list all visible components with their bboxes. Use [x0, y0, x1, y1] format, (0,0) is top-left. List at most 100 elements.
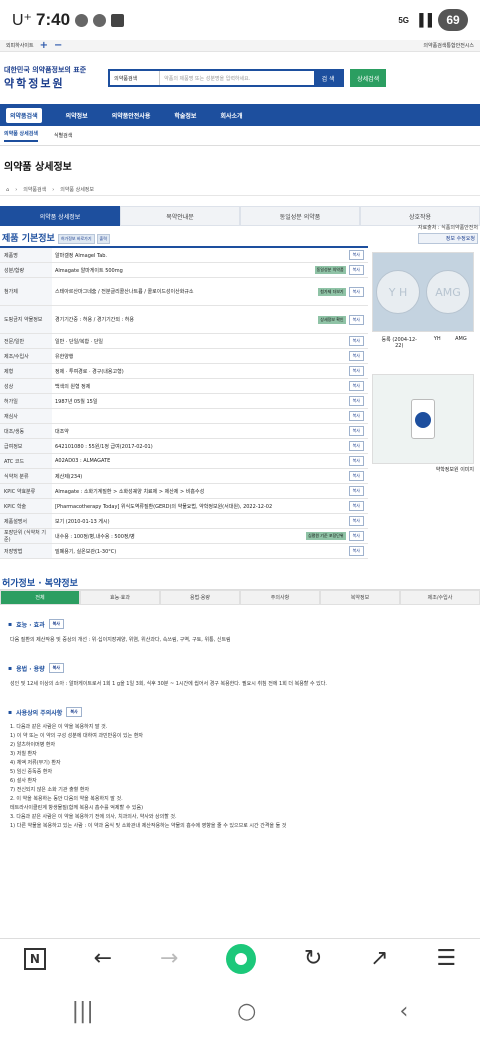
- row-key: 제형: [0, 364, 52, 378]
- gnb-item-safety[interactable]: 의약품안전사용: [112, 111, 151, 120]
- caution-line: 6) 설사 환자: [10, 778, 37, 784]
- forward-arrow-icon[interactable]: →: [160, 946, 178, 971]
- table-row: KPIC 학술 [Pharmacotherapy Today] 위식도역류질환(G…: [0, 499, 368, 514]
- logo-title: 약학정보원: [4, 77, 65, 90]
- table-row: 제품명 알마겔정 Almagel Tab. 복사: [0, 248, 368, 263]
- menu-icon[interactable]: ☰: [436, 946, 456, 971]
- gnb-item-company[interactable]: 회사소개: [220, 111, 242, 120]
- copy-button[interactable]: 복사: [348, 366, 364, 376]
- back-arrow-icon[interactable]: ←: [94, 946, 112, 971]
- copy-button[interactable]: 복사: [348, 381, 364, 391]
- tab-interaction[interactable]: 상호작용: [360, 206, 480, 226]
- caution-line: 3) 저칠 환자: [10, 751, 37, 757]
- copy-button[interactable]: 복사: [348, 441, 364, 451]
- copy-button[interactable]: 복사: [348, 516, 364, 526]
- search-category-select[interactable]: 의약품검색: [110, 71, 161, 85]
- tab-all[interactable]: 전체: [0, 590, 80, 605]
- copy-button[interactable]: 복사: [348, 456, 364, 466]
- row-tag-button[interactable]: 심평원 기준 포장단위: [305, 532, 346, 540]
- table-row: 제조/수입사 유한양행 복사: [0, 349, 368, 364]
- copy-button[interactable]: 복사: [348, 411, 364, 421]
- row-value: 642101080 : 55원/1정 급여(2017-02-01): [55, 443, 153, 450]
- system-back-button[interactable]: ‹: [400, 999, 409, 1024]
- gnb-item-drug-search[interactable]: 의약품검색: [6, 107, 42, 123]
- table-row: ATC 코드 A02AD03 : ALMAGATE 복사: [0, 454, 368, 469]
- page-title: 의약품 상세정보: [4, 161, 72, 173]
- zoom-in-button[interactable]: +: [40, 40, 48, 51]
- copy-button[interactable]: 복사: [348, 265, 364, 275]
- table-row: 성분/함량 Almagate 알마게이트 500mg 동일성분 의약품 복사: [0, 263, 368, 278]
- row-key: 성상: [0, 379, 52, 393]
- notification-icon: [75, 13, 89, 27]
- copy-button[interactable]: 복사: [66, 707, 82, 717]
- green-dot-button[interactable]: [226, 943, 257, 974]
- row-tag-button[interactable]: 동일성분 의약품: [314, 266, 346, 274]
- copy-button[interactable]: 복사: [348, 471, 364, 481]
- section-title: 허가정보 · 복약정보: [2, 579, 78, 589]
- battery-icon: 69: [438, 9, 468, 31]
- row-key: 성분/함량: [0, 263, 52, 277]
- search-bar: 의약품검색 약품의 제품명 또는 성분명을 입력하세요. 검 색: [108, 69, 345, 87]
- zoom-out-button[interactable]: −: [54, 40, 62, 51]
- print-button[interactable]: 출력: [96, 234, 110, 244]
- copy-button[interactable]: 복사: [348, 396, 364, 406]
- detail-tabs: 의약품 상세정보 복약안내문 동일성분 의약품 상호작용: [0, 206, 480, 226]
- caution-line: 4) 체액 저류(부기) 환자: [10, 760, 61, 766]
- caution-line: 5) 임신 중독증 환자: [10, 769, 53, 775]
- copy-button[interactable]: 복사: [348, 336, 364, 346]
- pill-image[interactable]: Y H AMG: [372, 252, 474, 332]
- clock: 7:40: [36, 10, 71, 29]
- tab-same-ingredient[interactable]: 동일성분 의약품: [240, 206, 360, 226]
- pill-caption: 등록 (2004-12-22) YH AMG: [372, 332, 474, 362]
- search-input[interactable]: 약품의 제품명 또는 성분명을 입력하세요.: [160, 75, 314, 82]
- tab-detail[interactable]: 의약품 상세정보: [0, 206, 120, 226]
- breadcrumb-item[interactable]: 의약품 상세정보: [60, 186, 94, 193]
- gnb-item-drug-info[interactable]: 의약정보: [66, 111, 88, 120]
- copy-button[interactable]: 복사: [48, 663, 64, 673]
- related-sites-link[interactable]: 외피하사이트: [6, 42, 34, 49]
- tab-caution[interactable]: 주의사항: [240, 590, 320, 605]
- caution-title: 사용상의 주의사항: [16, 709, 63, 717]
- copy-button[interactable]: 복사: [348, 250, 364, 260]
- share-icon[interactable]: ↗: [370, 946, 388, 971]
- copy-button[interactable]: 복사: [348, 501, 364, 511]
- subnav-detail-search[interactable]: 의약품 상세검색: [4, 130, 38, 142]
- recent-apps-button[interactable]: |||: [72, 999, 94, 1024]
- copy-button[interactable]: 복사: [348, 426, 364, 436]
- tab-medication[interactable]: 복약정보: [320, 590, 400, 605]
- copy-button[interactable]: 복사: [348, 486, 364, 496]
- site-logo[interactable]: 대한민국 의약품정보의 표준 약학정보원: [4, 65, 86, 91]
- copy-button[interactable]: 복사: [348, 351, 364, 361]
- copy-button[interactable]: 복사: [348, 531, 364, 541]
- tab-efficacy[interactable]: 효능·효과: [80, 590, 160, 605]
- copy-button[interactable]: 복사: [348, 546, 364, 556]
- tab-guide[interactable]: 복약안내문: [120, 206, 240, 226]
- home-icon[interactable]: ⌂: [6, 187, 9, 193]
- subnav-id-search[interactable]: 식별검색: [54, 132, 72, 139]
- row-tag-button[interactable]: 상세정보 확인: [318, 315, 346, 324]
- row-key: 첨가제: [0, 278, 52, 305]
- row-tag-button[interactable]: 첨가제 더보기: [318, 287, 346, 296]
- copy-button[interactable]: 복사: [48, 619, 64, 629]
- gnb-item-academic[interactable]: 학술정보: [174, 111, 196, 120]
- row-value: 대조약: [55, 428, 69, 435]
- search-button[interactable]: 검 색: [314, 71, 343, 85]
- advanced-search-button[interactable]: 상세검색: [350, 69, 387, 87]
- row-key: 허가일: [0, 394, 52, 408]
- edit-request-button[interactable]: 정보 수정요청: [417, 233, 478, 244]
- reload-icon[interactable]: ↻: [304, 946, 322, 971]
- source-label: 자료출처 : 식품의약품안전처: [417, 225, 478, 231]
- tab-dosage[interactable]: 용법·용량: [160, 590, 240, 605]
- permit-link-button[interactable]: 허가정보 바로가기: [57, 234, 95, 244]
- row-value: 스테아르산마그네슘 / 전분글리콜산나트륨 / 콜로이드성이산화규소: [55, 289, 194, 295]
- copy-button[interactable]: 복사: [348, 314, 364, 325]
- tab-manufacturer[interactable]: 제조/수입사: [400, 590, 480, 605]
- home-button[interactable]: ○: [237, 999, 256, 1024]
- breadcrumb-item[interactable]: 의약품검색: [23, 186, 46, 193]
- copy-button[interactable]: 복사: [348, 286, 364, 297]
- naver-home-button[interactable]: N: [23, 947, 46, 970]
- util-right-link[interactable]: 의약품검색통합안전시스: [423, 42, 474, 49]
- utility-bar: 외피하사이트 + − 의약품검색통합안전시스: [0, 40, 480, 52]
- table-row: KPIC 약효분류 Almagate : 소화기계질환 > 소화성궤양 치료제 >…: [0, 484, 368, 499]
- product-photo[interactable]: [372, 374, 474, 464]
